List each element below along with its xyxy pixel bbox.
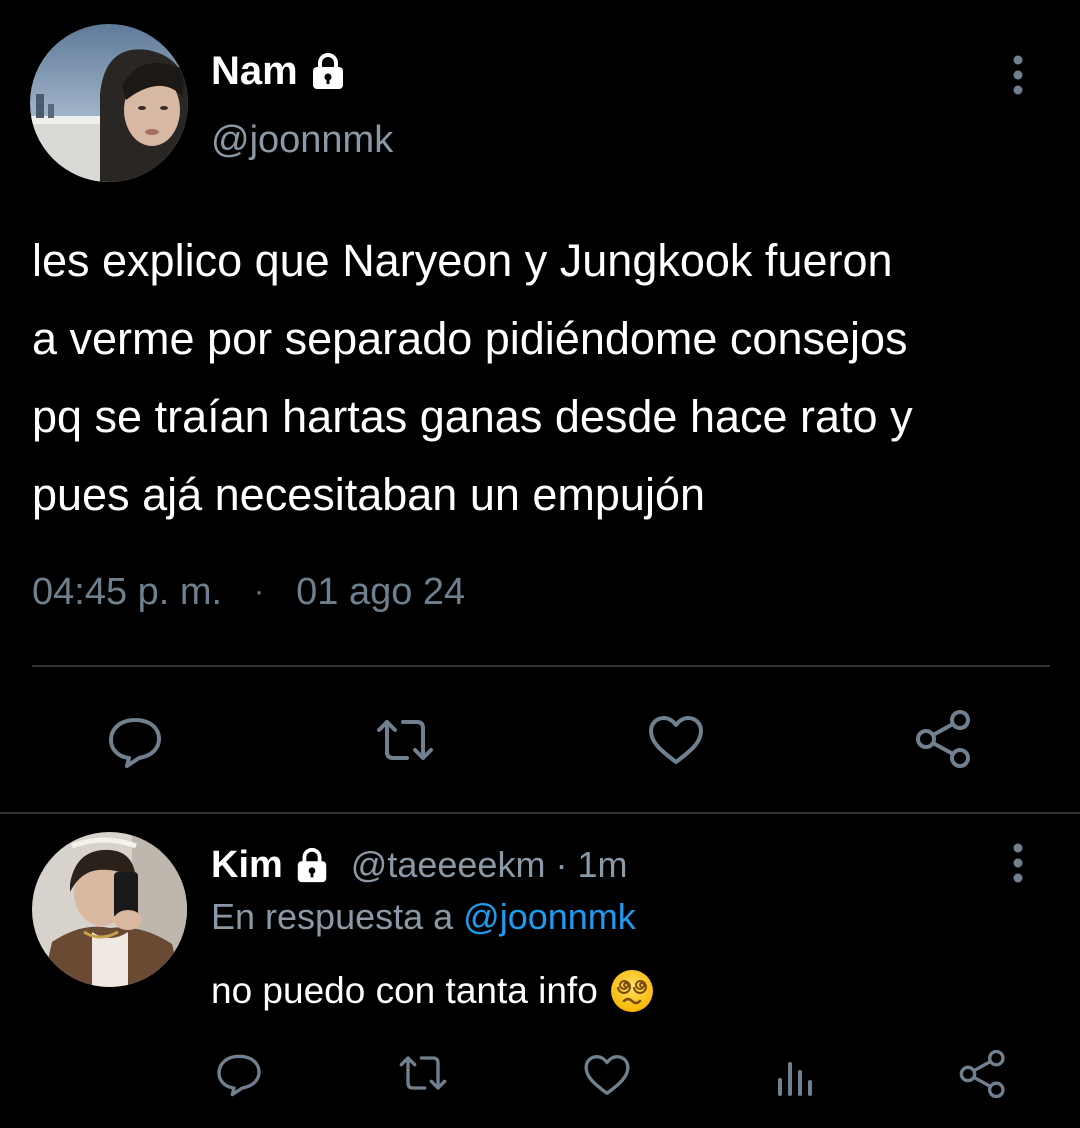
- dizzy-face-emoji: [610, 970, 653, 1012]
- reply-author-handle[interactable]: @taeeeekm: [351, 843, 546, 887]
- views-icon: [778, 1062, 812, 1096]
- avatar[interactable]: [30, 24, 188, 182]
- share-icon: [959, 1049, 1005, 1099]
- reply-context: En respuesta a @joonnmk: [211, 895, 636, 939]
- avatar-photo: [30, 24, 188, 182]
- tweet-separator: [0, 812, 1080, 814]
- share-button[interactable]: [914, 708, 974, 768]
- retweet-icon: [377, 720, 433, 760]
- like-icon: [649, 716, 703, 764]
- reply-header: Kim @taeeeekm · 1m: [211, 843, 627, 887]
- reply-avatar[interactable]: [32, 832, 187, 987]
- lock-icon: [312, 53, 343, 89]
- reply-display-name: Kim: [211, 844, 283, 886]
- reply-button[interactable]: [214, 1048, 264, 1098]
- author-name[interactable]: Nam: [211, 49, 348, 93]
- like-button[interactable]: [582, 1050, 632, 1100]
- reply-time: 1m: [577, 844, 628, 885]
- reply-to-label: En respuesta a: [211, 896, 454, 937]
- tweet-time: 04:45 p. m.: [32, 571, 223, 613]
- reply-text: no puedo con tanta info: [211, 966, 654, 1016]
- tweet-text: les explico que Naryeon y Jungkook fuero…: [32, 235, 913, 520]
- tweet-timestamp: 04:45 p. m. · 01 ago 24: [32, 568, 465, 616]
- reply-to-mention[interactable]: @joonnmk: [463, 896, 636, 937]
- reply-button[interactable]: [105, 710, 165, 770]
- reply-separator: ·: [555, 844, 568, 885]
- reply-author-name[interactable]: Kim: [211, 843, 331, 887]
- avatar-photo: [32, 832, 187, 987]
- author-handle[interactable]: @joonnmk: [211, 118, 393, 162]
- retweet-button[interactable]: [396, 1048, 450, 1098]
- views-button[interactable]: [774, 1052, 818, 1098]
- reply-body: no puedo con tanta info: [211, 970, 598, 1011]
- share-button[interactable]: [958, 1048, 1008, 1100]
- tweet-date: 01 ago 24: [296, 571, 466, 613]
- retweet-button[interactable]: [373, 710, 433, 770]
- like-icon: [584, 1055, 630, 1095]
- meta-separator: ·: [254, 575, 265, 608]
- lock-icon: [297, 847, 327, 883]
- reply-icon: [109, 718, 161, 768]
- retweet-icon: [399, 1056, 447, 1090]
- share-icon: [916, 710, 970, 768]
- reply-icon: [217, 1054, 261, 1097]
- divider: [32, 665, 1050, 667]
- more-options-icon[interactable]: [998, 52, 1038, 98]
- more-options-icon[interactable]: [998, 840, 1038, 886]
- like-button[interactable]: [646, 710, 706, 770]
- author-display-name: Nam: [211, 49, 298, 93]
